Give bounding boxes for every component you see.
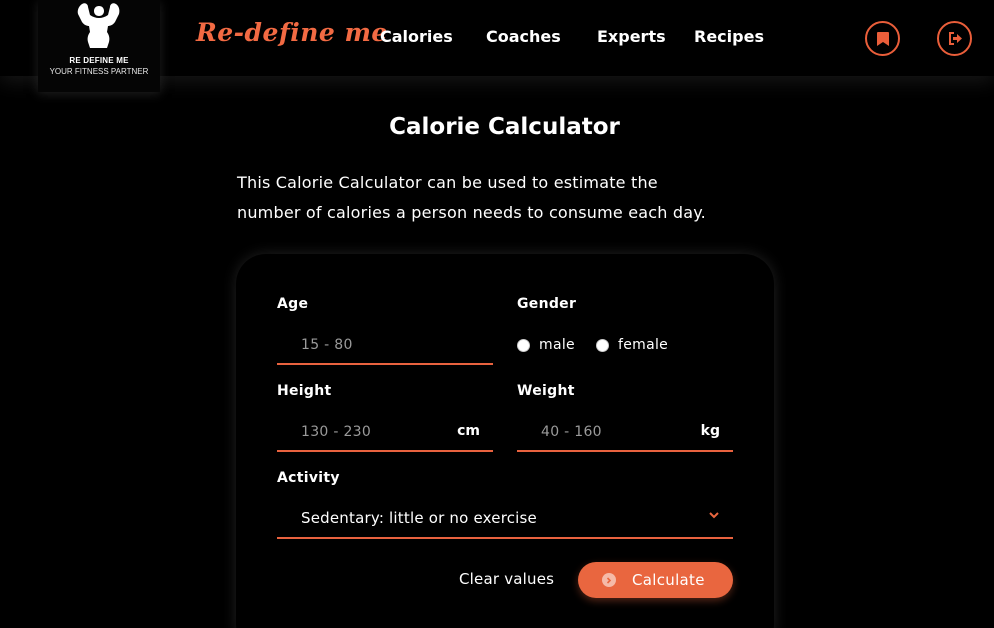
gender-male-radio[interactable]: male: [517, 337, 575, 353]
bookmark-button[interactable]: [865, 21, 900, 56]
chevron-down-icon: [709, 512, 719, 519]
logo-subtitle: YOUR FITNESS PARTNER: [49, 67, 149, 76]
nav-calories[interactable]: Calories: [380, 27, 453, 46]
intro-text: This Calorie Calculator can be used to e…: [237, 168, 777, 228]
gender-label: Gender: [517, 296, 577, 312]
clear-values-button[interactable]: Clear values: [459, 570, 554, 588]
bodybuilder-icon: [77, 3, 120, 48]
logout-icon: [948, 32, 962, 45]
calculate-button[interactable]: Calculate: [578, 562, 733, 598]
activity-selected-value: Sedentary: little or no exercise: [301, 509, 537, 527]
logout-button[interactable]: [937, 21, 972, 56]
gender-female-label: female: [618, 337, 669, 353]
age-placeholder: 15 - 80: [301, 337, 353, 353]
chevron-right-icon: [602, 573, 616, 587]
weight-input[interactable]: 40 - 160 kg: [517, 412, 733, 452]
top-header: RE DEFINE ME YOUR FITNESS PARTNER Re-def…: [0, 0, 994, 92]
gender-female-radio[interactable]: female: [596, 337, 668, 353]
brand-name[interactable]: Re-define me: [196, 18, 388, 47]
page-title: Calorie Calculator: [389, 114, 620, 140]
weight-unit: kg: [700, 423, 720, 439]
height-placeholder: 130 - 230: [301, 424, 372, 440]
height-input[interactable]: 130 - 230 cm: [277, 412, 493, 452]
radio-male-circle[interactable]: [517, 338, 530, 352]
logo[interactable]: RE DEFINE ME YOUR FITNESS PARTNER: [38, 0, 160, 92]
intro-line-2: number of calories a person needs to con…: [237, 203, 706, 222]
nav-experts[interactable]: Experts: [597, 27, 666, 46]
activity-select[interactable]: Sedentary: little or no exercise: [277, 499, 733, 539]
logo-title: RE DEFINE ME: [69, 56, 129, 65]
gender-male-label: male: [539, 337, 575, 353]
age-label: Age: [277, 296, 309, 312]
nav-recipes[interactable]: Recipes: [694, 27, 764, 46]
weight-placeholder: 40 - 160: [541, 424, 602, 440]
height-label: Height: [277, 383, 332, 399]
nav-coaches[interactable]: Coaches: [486, 27, 561, 46]
intro-line-1: This Calorie Calculator can be used to e…: [237, 173, 658, 192]
bookmark-icon: [876, 31, 889, 46]
radio-female-circle[interactable]: [596, 338, 609, 352]
activity-label: Activity: [277, 470, 340, 486]
height-unit: cm: [457, 423, 480, 439]
calculate-label: Calculate: [632, 571, 705, 589]
weight-label: Weight: [517, 383, 575, 399]
age-input[interactable]: 15 - 80: [277, 325, 493, 365]
